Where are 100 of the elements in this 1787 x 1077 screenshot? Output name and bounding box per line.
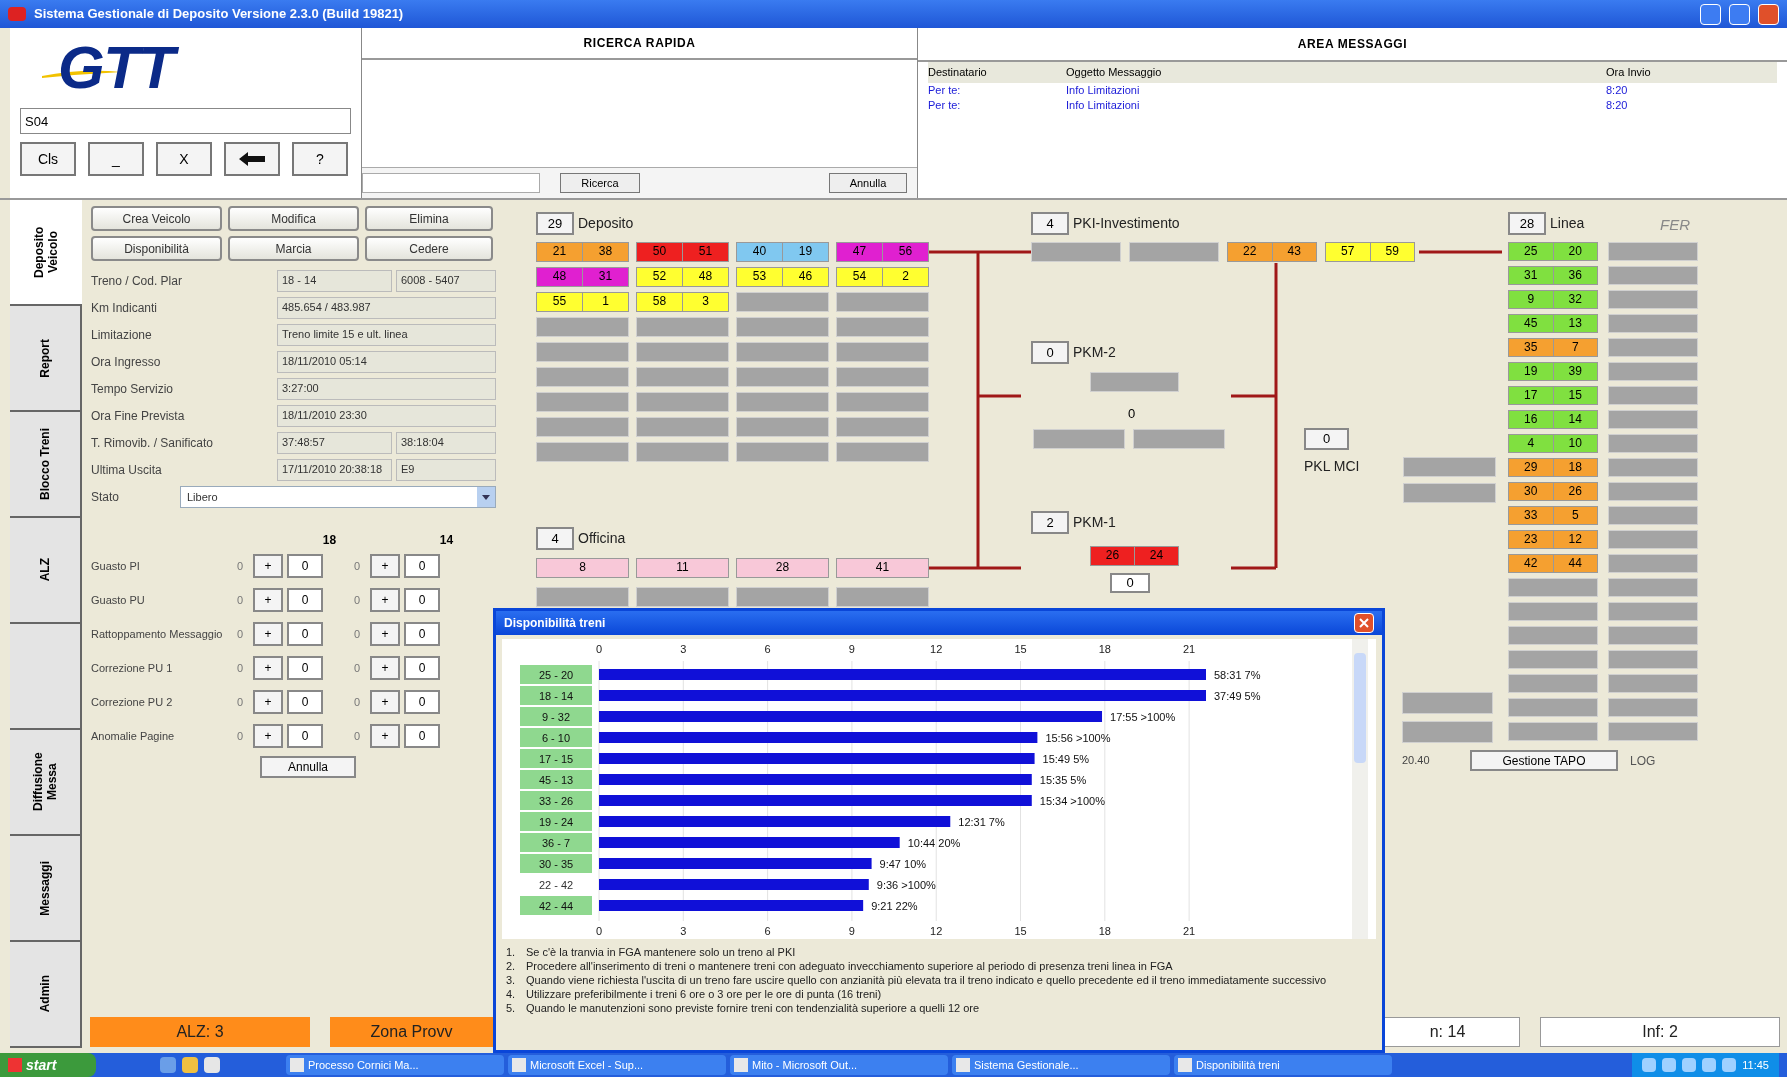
train-slot[interactable]: 42 44 <box>1508 554 1598 573</box>
train-slot[interactable]: 40 19 <box>736 242 829 262</box>
train-slot[interactable]: 19 39 <box>1508 362 1598 381</box>
train-slot[interactable]: 30 26 <box>1508 482 1598 501</box>
cancel-button[interactable]: Annulla <box>829 173 907 193</box>
counter-field[interactable]: 0 <box>404 656 440 680</box>
search-button[interactable]: Ricerca <box>560 173 640 193</box>
increment-button[interactable]: + <box>370 690 400 714</box>
increment-button[interactable]: + <box>370 588 400 612</box>
form-button[interactable]: Marcia <box>228 236 359 261</box>
toolbar-button[interactable]: Cls <box>20 142 76 176</box>
train-slot[interactable]: 53 46 <box>736 267 829 287</box>
log-link[interactable]: LOG <box>1630 752 1656 770</box>
quick-launch-icon[interactable] <box>182 1057 198 1073</box>
start-button[interactable]: start <box>0 1053 96 1077</box>
train-slot[interactable]: 47 56 <box>836 242 929 262</box>
counter-field[interactable]: 0 <box>287 588 323 612</box>
train-slot[interactable]: 17 15 <box>1508 386 1598 405</box>
increment-button[interactable]: + <box>253 554 283 578</box>
counter-field[interactable]: 0 <box>287 622 323 646</box>
train-slot[interactable]: 9 32 <box>1508 290 1598 309</box>
increment-button[interactable]: + <box>253 656 283 680</box>
counter-field[interactable]: 0 <box>287 656 323 680</box>
tray-icon[interactable] <box>1682 1058 1697 1072</box>
message-cell[interactable]: Per te: <box>928 97 1066 113</box>
train-slot[interactable]: 16 14 <box>1508 410 1598 429</box>
increment-button[interactable]: + <box>253 690 283 714</box>
counter-field[interactable]: 0 <box>404 724 440 748</box>
train-slot[interactable]: 23 12 <box>1508 530 1598 549</box>
search-input-field[interactable] <box>362 173 540 193</box>
train-slot[interactable]: 4 10 <box>1508 434 1598 453</box>
increment-button[interactable]: + <box>253 622 283 646</box>
train-slot[interactable]: 33 5 <box>1508 506 1598 525</box>
counter-field[interactable]: 0 <box>404 554 440 578</box>
minimize-icon[interactable] <box>1700 3 1721 25</box>
maximize-icon[interactable] <box>1729 3 1750 25</box>
toolbar-button[interactable]: _ <box>88 142 144 176</box>
taskbar-task[interactable]: Mito - Microsoft Out... <box>730 1055 948 1075</box>
train-slot[interactable]: 28 <box>736 558 829 578</box>
counter-field[interactable]: 0 <box>404 622 440 646</box>
close-icon[interactable] <box>1758 3 1779 25</box>
form-button[interactable]: Elimina <box>365 206 493 231</box>
train-slot[interactable]: 52 48 <box>636 267 729 287</box>
scrollbar[interactable] <box>1352 639 1368 939</box>
form-button[interactable]: Disponibilità <box>91 236 222 261</box>
taskbar-task[interactable]: Microsoft Excel - Sup... <box>508 1055 726 1075</box>
tray-icon[interactable] <box>1662 1058 1677 1072</box>
side-tab[interactable]: Report <box>10 306 82 412</box>
increment-button[interactable]: + <box>253 588 283 612</box>
train-slot[interactable]: 57 59 <box>1325 242 1415 262</box>
message-cell[interactable]: 8:20 <box>1606 97 1777 113</box>
side-tab[interactable]: ALZ <box>10 518 82 624</box>
tray-icon[interactable] <box>1722 1058 1737 1072</box>
counter-field[interactable]: 0 <box>404 588 440 612</box>
train-slot[interactable]: 55 1 <box>536 292 629 312</box>
quick-launch-icon[interactable] <box>160 1057 176 1073</box>
increment-button[interactable]: + <box>370 724 400 748</box>
tapo-button[interactable]: Gestione TAPO <box>1470 750 1618 771</box>
side-tab[interactable]: Deposito Veicolo <box>10 200 82 306</box>
train-slot[interactable]: 45 13 <box>1508 314 1598 333</box>
train-slot[interactable]: 29 18 <box>1508 458 1598 477</box>
counter-field[interactable]: 0 <box>287 690 323 714</box>
increment-button[interactable]: + <box>253 724 283 748</box>
taskbar-task[interactable]: Disponibilità treni <box>1174 1055 1392 1075</box>
train-slot[interactable]: 41 <box>836 558 929 578</box>
counter-field[interactable]: 0 <box>404 690 440 714</box>
increment-button[interactable]: + <box>370 656 400 680</box>
train-slot[interactable]: 35 7 <box>1508 338 1598 357</box>
quick-launch-icon[interactable] <box>204 1057 220 1073</box>
form-button[interactable]: Modifica <box>228 206 359 231</box>
train-slot[interactable]: 8 <box>536 558 629 578</box>
form-button[interactable]: Cedere <box>365 236 493 261</box>
taskbar-task[interactable]: Processo Cornici Ma... <box>286 1055 504 1075</box>
toolbar-button[interactable]: X <box>156 142 212 176</box>
cancel-button[interactable]: Annulla <box>260 756 356 778</box>
increment-button[interactable]: + <box>370 554 400 578</box>
train-slot[interactable]: 58 3 <box>636 292 729 312</box>
train-slot[interactable]: 26 24 <box>1090 546 1179 566</box>
counter-field[interactable]: 0 <box>287 554 323 578</box>
train-slot[interactable]: 11 <box>636 558 729 578</box>
side-tab[interactable]: Diffusione Messa <box>10 730 82 836</box>
train-slot[interactable]: 54 2 <box>836 267 929 287</box>
counter-field[interactable]: 0 <box>287 724 323 748</box>
side-tab[interactable]: Blocco Treni <box>10 412 82 518</box>
message-cell[interactable]: Per te: <box>928 82 1066 98</box>
message-cell[interactable]: Info Limitazioni <box>1066 97 1606 113</box>
train-slot[interactable]: 21 38 <box>536 242 629 262</box>
toolbar-button[interactable]: ? <box>292 142 348 176</box>
increment-button[interactable]: + <box>370 622 400 646</box>
train-slot[interactable]: 50 51 <box>636 242 729 262</box>
tray-icon[interactable] <box>1642 1058 1657 1072</box>
side-tab[interactable] <box>10 624 82 730</box>
state-dropdown[interactable]: Libero <box>180 486 496 508</box>
train-slot[interactable]: 48 31 <box>536 267 629 287</box>
train-slot[interactable]: 31 36 <box>1508 266 1598 285</box>
train-slot[interactable]: 22 43 <box>1227 242 1317 262</box>
message-cell[interactable]: 8:20 <box>1606 82 1777 98</box>
side-tab[interactable]: Messaggi <box>10 836 82 942</box>
train-slot[interactable]: 25 20 <box>1508 242 1598 261</box>
close-button[interactable] <box>1354 613 1374 633</box>
